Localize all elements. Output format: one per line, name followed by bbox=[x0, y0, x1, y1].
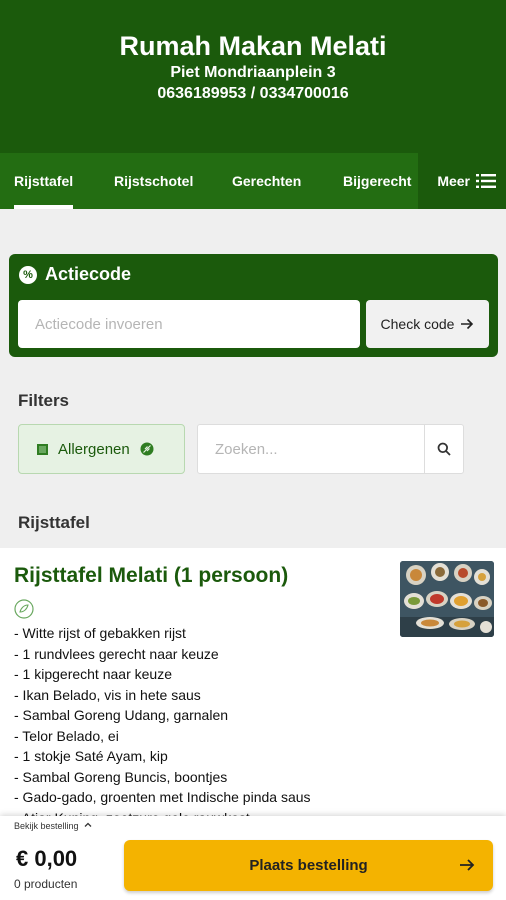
view-order-label: Bekijk bestelling bbox=[14, 821, 79, 831]
tab-rijstschotel[interactable]: Rijstschotel bbox=[114, 153, 193, 209]
place-order-button[interactable]: Plaats bestelling bbox=[124, 840, 493, 891]
restaurant-name: Rumah Makan Melati bbox=[119, 31, 387, 61]
product-title[interactable]: Rijsttafel Melati (1 persoon) bbox=[14, 564, 288, 588]
tab-gerechten[interactable]: Gerechten bbox=[232, 153, 301, 209]
search-button[interactable] bbox=[424, 425, 463, 473]
more-label: Meer bbox=[437, 173, 470, 189]
description-line: - 1 stokje Saté Ayam, kip bbox=[14, 748, 168, 764]
promo-code-input[interactable] bbox=[18, 300, 360, 348]
product-count: 0 producten bbox=[14, 877, 78, 891]
more-menu-button[interactable]: Meer bbox=[437, 153, 496, 209]
filters-heading: Filters bbox=[18, 391, 70, 410]
restaurant-header: Rumah Makan Melati Piet Mondriaanplein 3… bbox=[0, 0, 506, 153]
allergens-filter-button[interactable]: Allergenen bbox=[18, 424, 185, 474]
category-tabs: Rijsttafel Rijstschotel Gerechten Bijger… bbox=[0, 153, 506, 209]
description-line: - Sambal Goreng Udang, garnalen bbox=[14, 707, 229, 723]
search-input[interactable] bbox=[198, 425, 426, 473]
tab-bijgerecht[interactable]: Bijgerecht bbox=[343, 153, 411, 209]
order-total: € 0,00 bbox=[16, 846, 78, 871]
restaurant-address: Piet Mondriaanplein 3 bbox=[170, 64, 336, 81]
arrow-right-icon bbox=[460, 859, 475, 871]
allergens-label: Allergenen bbox=[58, 440, 130, 458]
promo-title: % Actiecode bbox=[19, 264, 131, 285]
description-line: - Sambal Goreng Buncis, boontjes bbox=[14, 768, 228, 785]
category-heading: Rijsttafel bbox=[18, 513, 90, 532]
percent-icon: % bbox=[19, 265, 37, 284]
search-icon bbox=[437, 442, 451, 456]
promo-code-panel: % Actiecode Check code bbox=[9, 254, 498, 357]
product-description: - Witte rijst of gebakken rijst - 1 rund… bbox=[14, 623, 311, 828]
description-line: - Gado-gado, groenten met Indische pinda… bbox=[14, 789, 311, 805]
description-line: - Ikan Belado, vis in hete saus bbox=[14, 686, 201, 703]
product-photo[interactable] bbox=[400, 561, 494, 637]
restaurant-phones: 0636189953 / 0334700016 bbox=[157, 85, 349, 102]
vegetarian-icon bbox=[14, 599, 34, 619]
description-line: - 1 rundvlees gerecht naar keuze bbox=[14, 645, 219, 662]
place-order-label: Plaats bestelling bbox=[249, 857, 368, 874]
description-line: - Telor Belado, ei bbox=[14, 727, 119, 744]
search-box bbox=[197, 424, 464, 474]
list-menu-icon bbox=[476, 174, 496, 188]
check-code-button[interactable]: Check code bbox=[366, 300, 489, 348]
allergen-square-icon bbox=[37, 443, 48, 455]
chevron-up-icon bbox=[84, 822, 92, 827]
arrow-right-icon bbox=[461, 318, 474, 330]
tabs-scroller[interactable]: Rijsttafel Rijstschotel Gerechten Bijger… bbox=[0, 153, 418, 209]
description-line: - Witte rijst of gebakken rijst bbox=[14, 625, 186, 641]
promo-title-label: Actiecode bbox=[45, 264, 132, 284]
view-order-toggle[interactable]: Bekijk bestelling bbox=[0, 816, 110, 838]
check-code-label: Check code bbox=[380, 316, 455, 332]
description-line: - 1 kipgerecht naar keuze bbox=[14, 666, 172, 682]
tab-rijsttafel[interactable]: Rijsttafel bbox=[14, 153, 74, 209]
leaf-icon bbox=[140, 442, 154, 456]
